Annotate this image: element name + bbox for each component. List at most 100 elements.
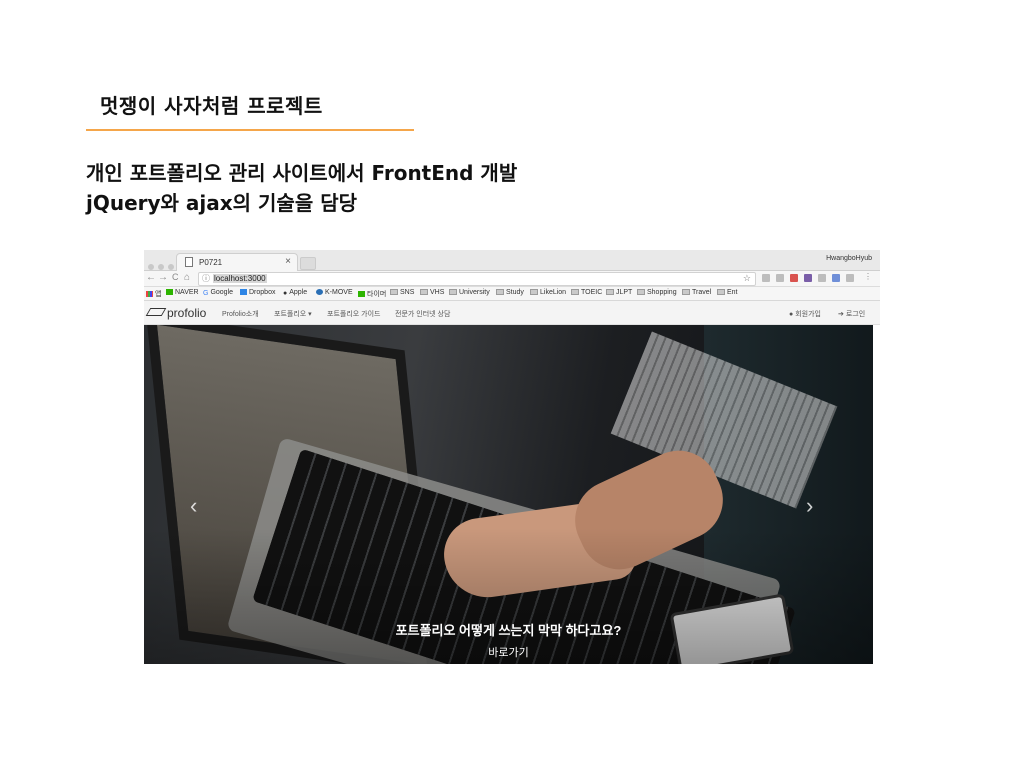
nav-link-portfolio[interactable]: 포트폴리오 ▾ — [274, 309, 312, 319]
page-icon — [185, 257, 193, 267]
bookmark-label: University — [459, 289, 490, 296]
kmove-icon — [316, 289, 323, 295]
bookmark-label: Apple — [289, 289, 308, 296]
minimize-window-icon[interactable] — [158, 264, 164, 270]
title-underline — [86, 129, 414, 131]
info-icon[interactable]: ⓘ — [202, 273, 210, 284]
login-label: 로그인 — [845, 311, 866, 318]
extension-icon[interactable] — [776, 274, 784, 282]
login-link[interactable]: ➔ 로그인 — [838, 309, 865, 319]
logo-text: profolio — [167, 306, 207, 320]
bookmark-timer[interactable]: 타이머 — [358, 289, 386, 299]
extension-icon[interactable] — [790, 274, 798, 282]
folder-icon — [496, 289, 504, 295]
zoom-window-icon[interactable] — [168, 264, 174, 270]
reload-icon[interactable]: C — [172, 272, 179, 282]
folder-icon — [606, 289, 614, 295]
bookmark-google[interactable]: G Google — [203, 289, 234, 297]
folder-icon — [571, 289, 579, 295]
profile-name[interactable]: HwangboHyub — [826, 255, 872, 262]
home-icon[interactable]: ⌂ — [184, 272, 190, 283]
bookmark-dropbox[interactable]: Dropbox — [240, 289, 275, 296]
folder-icon — [717, 289, 725, 295]
close-window-icon[interactable] — [148, 264, 154, 270]
extension-icon[interactable] — [832, 274, 840, 282]
site-navbar: profolio Profolio소개 포트폴리오 ▾ 포트폴리오 가이드 전문… — [144, 301, 880, 325]
bookmark-star-icon[interactable]: ☆ — [743, 273, 751, 284]
bookmark-label: Travel — [692, 289, 712, 296]
apple-icon: ● — [283, 290, 288, 297]
user-icon: ● — [789, 311, 794, 318]
hero-cta-link[interactable]: 바로가기 — [144, 644, 873, 660]
bookmark-label: 타이머 — [367, 291, 387, 298]
forward-icon[interactable]: → — [158, 272, 168, 283]
site-logo[interactable]: profolio — [145, 306, 207, 320]
bookmark-apps[interactable]: 앱 — [146, 289, 161, 299]
bookmark-label: JLPT — [616, 289, 633, 296]
folder-icon — [390, 289, 398, 295]
menu-icon[interactable]: ⋮ — [864, 272, 872, 281]
bookmark-folder-jlpt[interactable]: JLPT — [606, 289, 632, 296]
slide-description: 개인 포트폴리오 관리 사이트에서 FrontEnd 개발 jQuery와 aj… — [86, 158, 517, 218]
bookmark-folder-study[interactable]: Study — [496, 289, 524, 296]
bookmark-folder-ent[interactable]: Ent — [717, 289, 738, 296]
bookmark-label: NAVER — [175, 289, 199, 296]
tab-close-icon[interactable]: × — [285, 256, 291, 267]
bookmarks-bar: 앱 NAVER G Google Dropbox ● Apple K-MOVE 타이… — [144, 287, 880, 301]
folder-icon — [420, 289, 428, 295]
bookmark-label: VHS — [430, 289, 445, 296]
bookmark-kmove[interactable]: K-MOVE — [316, 289, 353, 296]
carousel-prev-icon[interactable]: ‹ — [190, 493, 197, 519]
folder-icon — [530, 289, 538, 295]
description-line-2: jQuery와 ajax의 기술을 담당 — [86, 191, 357, 215]
new-tab-button[interactable] — [300, 257, 316, 270]
bookmark-label: Ent — [727, 289, 738, 296]
bookmark-label: K-MOVE — [325, 289, 353, 296]
signup-link[interactable]: ● 회원가입 — [789, 309, 821, 319]
bookmark-apple[interactable]: ● Apple — [283, 289, 308, 297]
folder-icon — [682, 289, 690, 295]
folder-icon — [449, 289, 457, 295]
slide-title: 멋쟁이 사자처럼 프로젝트 — [100, 94, 323, 118]
extension-icon[interactable] — [818, 274, 826, 282]
bookmark-folder-vhs[interactable]: VHS — [420, 289, 444, 296]
apps-icon — [146, 291, 153, 297]
bookmark-folder-likelion[interactable]: LikeLion — [530, 289, 566, 296]
browser-tab-bar: P0721 × HwangboHyub — [144, 250, 880, 271]
hero-caption: 포트폴리오 어떻게 쓰는지 막막 하다고요? — [395, 623, 622, 638]
bookmark-label: Google — [210, 289, 234, 296]
bookmark-label: LikeLion — [540, 289, 567, 296]
nav-link-consult[interactable]: 전문가 인터넷 상담 — [395, 309, 450, 319]
bookmark-label: Shopping — [647, 289, 677, 296]
extension-icon[interactable] — [804, 274, 812, 282]
bookmark-label: Dropbox — [249, 289, 276, 296]
description-line-1: 개인 포트폴리오 관리 사이트에서 FrontEnd 개발 — [86, 161, 518, 185]
nav-link-about[interactable]: Profolio소개 — [222, 309, 259, 319]
window-edge — [873, 325, 880, 664]
logo-mark-icon — [145, 308, 167, 316]
carousel-next-icon[interactable]: › — [806, 493, 813, 519]
bookmark-folder-sns[interactable]: SNS — [390, 289, 414, 296]
bookmark-label: Study — [506, 289, 524, 296]
bookmark-folder-university[interactable]: University — [449, 289, 490, 296]
bookmark-folder-shopping[interactable]: Shopping — [637, 289, 677, 296]
back-icon[interactable]: ← — [146, 272, 156, 283]
bookmark-folder-travel[interactable]: Travel — [682, 289, 711, 296]
nav-link-guide[interactable]: 포트폴리오 가이드 — [327, 309, 380, 319]
bookmark-folder-toeic[interactable]: TOEIC — [571, 289, 602, 296]
signup-label: 회원가입 — [795, 311, 821, 318]
hero-carousel[interactable]: ‹ › 포트폴리오 어떻게 쓰는지 막막 하다고요? 바로가기 — [144, 325, 873, 664]
browser-tab[interactable]: P0721 × — [176, 253, 298, 271]
url-text: localhost:3000 — [213, 274, 267, 283]
address-bar-row: ← → C ⌂ ⓘ localhost:3000 ☆ ⋮ — [144, 271, 880, 287]
url-input[interactable]: ⓘ localhost:3000 ☆ — [198, 272, 756, 286]
bookmark-label: 앱 — [155, 291, 162, 298]
browser-screenshot: P0721 × HwangboHyub ← → C ⌂ ⓘ localhost:… — [144, 250, 880, 664]
bookmark-naver[interactable]: NAVER — [166, 289, 199, 296]
folder-icon — [637, 289, 645, 295]
google-icon: G — [203, 290, 209, 297]
login-icon: ➔ — [838, 311, 844, 318]
extension-icon[interactable] — [846, 274, 854, 282]
hero-overlay — [144, 325, 873, 664]
extension-icon[interactable] — [762, 274, 770, 282]
